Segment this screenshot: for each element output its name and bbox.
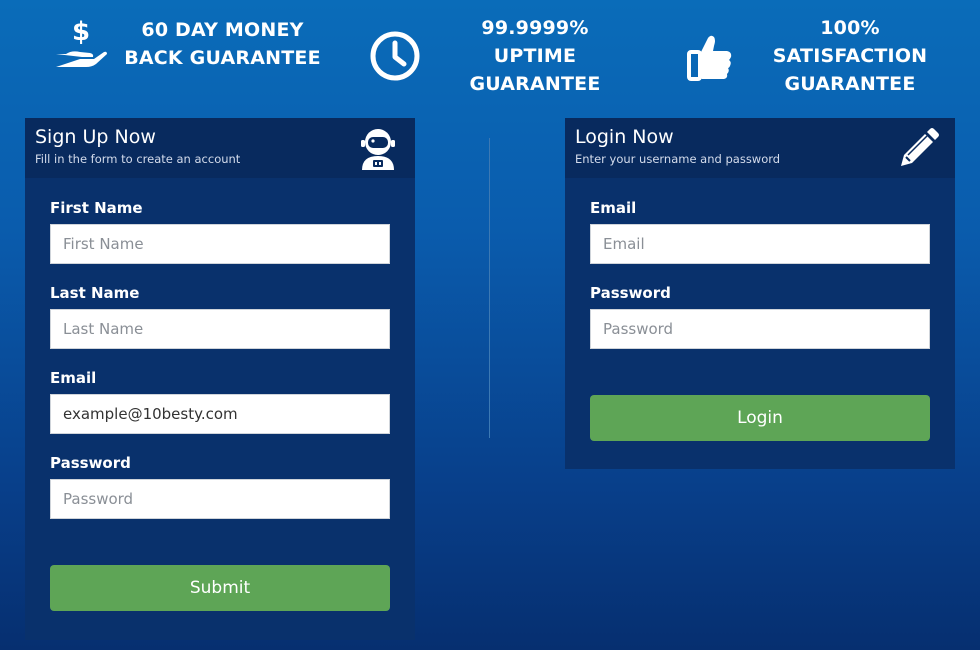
signup-title: Sign Up Now <box>35 126 156 148</box>
first-name-input[interactable] <box>50 224 390 264</box>
login-header: Login Now Enter your username and passwo… <box>565 118 955 178</box>
signup-subtitle: Fill in the form to create an account <box>35 152 241 166</box>
guarantee-satisfaction: 100% SATISFACTION GUARANTEE <box>680 14 950 98</box>
first-name-group: First Name <box>50 198 390 264</box>
signup-password-label: Password <box>50 454 131 472</box>
signup-email-group: Email <box>50 368 390 434</box>
clock-icon <box>365 26 425 86</box>
guarantee-text: 100% SATISFACTION GUARANTEE <box>772 17 928 95</box>
login-password-input[interactable] <box>590 309 930 349</box>
guarantee-uptime: 99.9999% UPTIME GUARANTEE <box>365 14 625 98</box>
first-name-label: First Name <box>50 199 143 217</box>
signup-header: Sign Up Now Fill in the form to create a… <box>25 118 415 178</box>
signup-email-label: Email <box>50 369 97 387</box>
last-name-input[interactable] <box>50 309 390 349</box>
login-email-group: Email <box>590 198 930 264</box>
signup-password-input[interactable] <box>50 479 390 519</box>
last-name-group: Last Name <box>50 283 390 349</box>
submit-button[interactable]: Submit <box>50 565 390 611</box>
guarantee-text: 99.9999% UPTIME GUARANTEE <box>469 17 601 95</box>
signup-password-group: Password <box>50 453 390 519</box>
money-hand-icon: $ <box>50 14 110 74</box>
panel-divider <box>489 138 490 438</box>
login-password-group: Password <box>590 283 930 349</box>
svg-text:$: $ <box>72 17 90 47</box>
last-name-label: Last Name <box>50 284 140 302</box>
guarantee-money-back: $ 60 DAY MONEY BACK GUARANTEE <box>50 14 325 74</box>
login-email-label: Email <box>590 199 637 217</box>
signup-email-input[interactable] <box>50 394 390 434</box>
thumbs-up-icon <box>680 26 740 86</box>
login-email-input[interactable] <box>590 224 930 264</box>
login-panel: Login Now Enter your username and passwo… <box>565 118 955 469</box>
astronaut-icon <box>359 128 397 174</box>
guarantees-bar: $ 60 DAY MONEY BACK GUARANTEE 99.9999% U… <box>0 0 980 95</box>
signup-panel: Sign Up Now Fill in the form to create a… <box>25 118 415 640</box>
login-button[interactable]: Login <box>590 395 930 441</box>
login-password-label: Password <box>590 284 671 302</box>
guarantee-text: 60 DAY MONEY BACK GUARANTEE <box>124 19 321 69</box>
pencil-icon <box>897 128 939 174</box>
